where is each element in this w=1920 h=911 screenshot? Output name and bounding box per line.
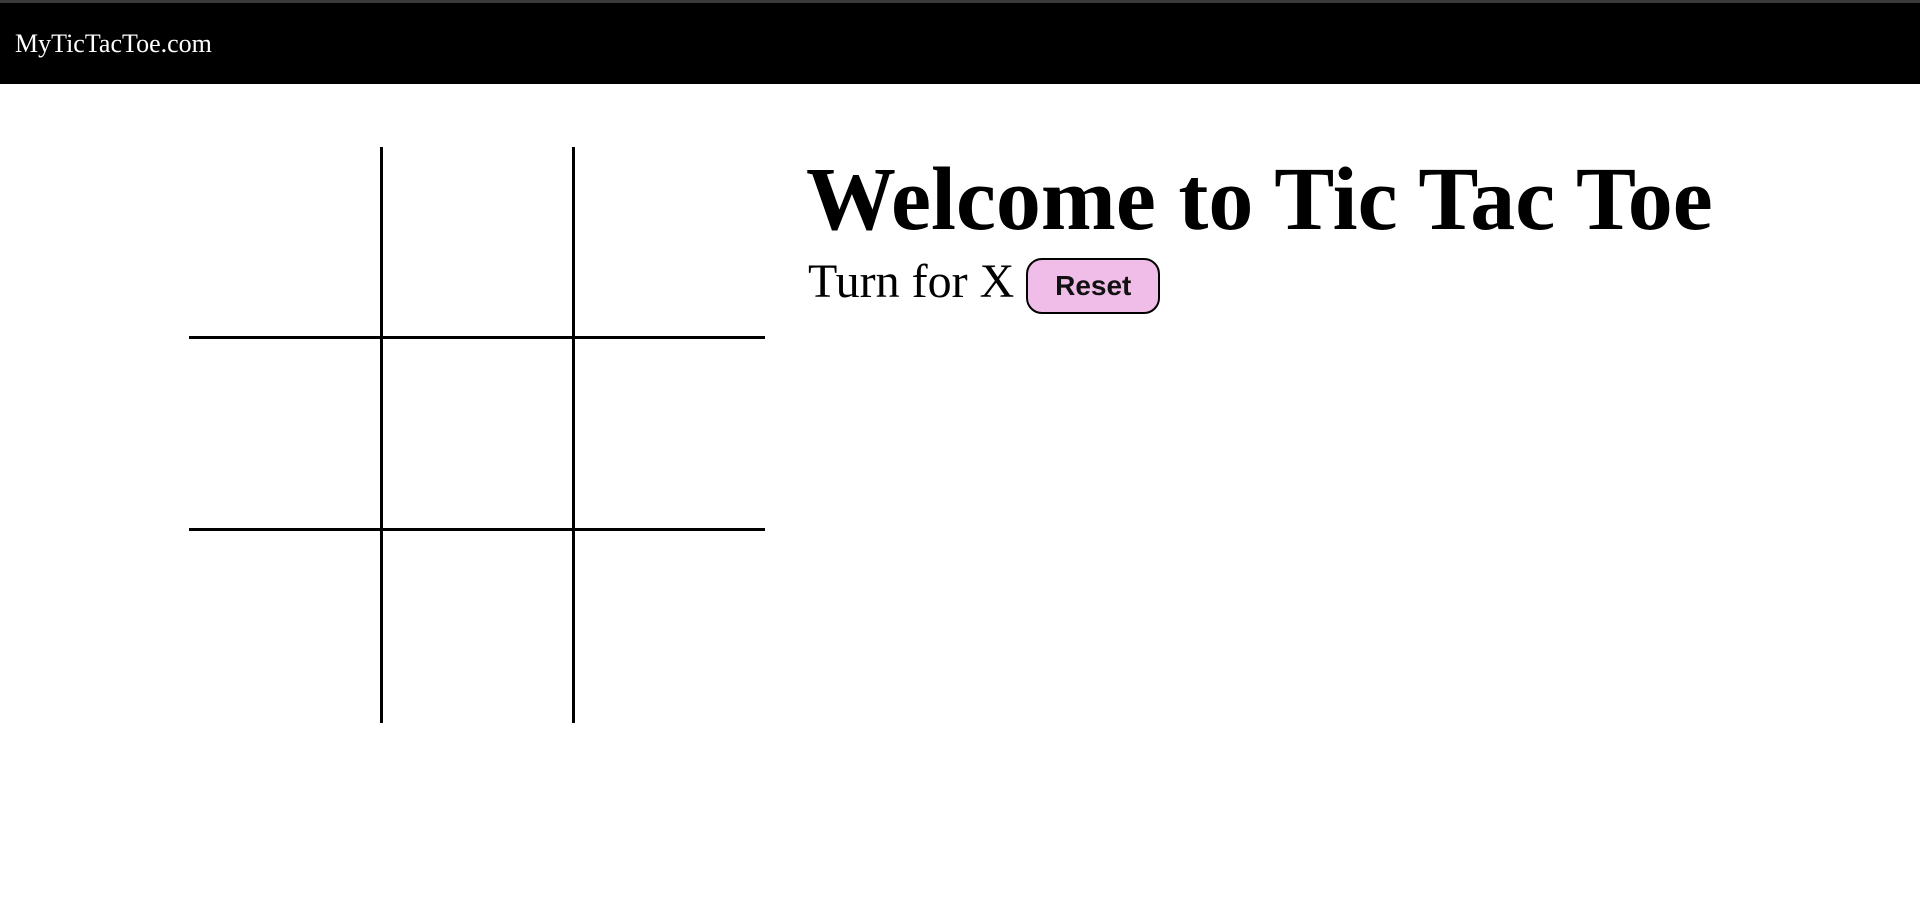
board-cell-4[interactable] bbox=[189, 339, 381, 531]
board-cell-6[interactable] bbox=[573, 339, 765, 531]
grid-line-horizontal-2 bbox=[189, 528, 765, 531]
board-cell-7[interactable] bbox=[189, 531, 381, 723]
tic-tac-toe-board bbox=[189, 147, 765, 723]
board-cell-8[interactable] bbox=[381, 531, 573, 723]
reset-button[interactable]: Reset bbox=[1026, 258, 1161, 314]
board-cell-2[interactable] bbox=[381, 147, 573, 339]
page-title: Welcome to Tic Tac Toe bbox=[806, 150, 1713, 249]
board-cell-9[interactable] bbox=[573, 531, 765, 723]
site-brand[interactable]: MyTicTacToe.com bbox=[15, 29, 212, 59]
grid-line-horizontal-1 bbox=[189, 336, 765, 339]
board-cell-5[interactable] bbox=[381, 339, 573, 531]
status-row: Turn for X Reset bbox=[808, 250, 1161, 314]
board-cell-3[interactable] bbox=[573, 147, 765, 339]
turn-indicator: Turn for X bbox=[808, 255, 1015, 308]
board-cell-1[interactable] bbox=[189, 147, 381, 339]
grid-line-vertical-2 bbox=[572, 147, 575, 723]
grid-line-vertical-1 bbox=[380, 147, 383, 723]
top-navbar: MyTicTacToe.com bbox=[0, 0, 1920, 84]
